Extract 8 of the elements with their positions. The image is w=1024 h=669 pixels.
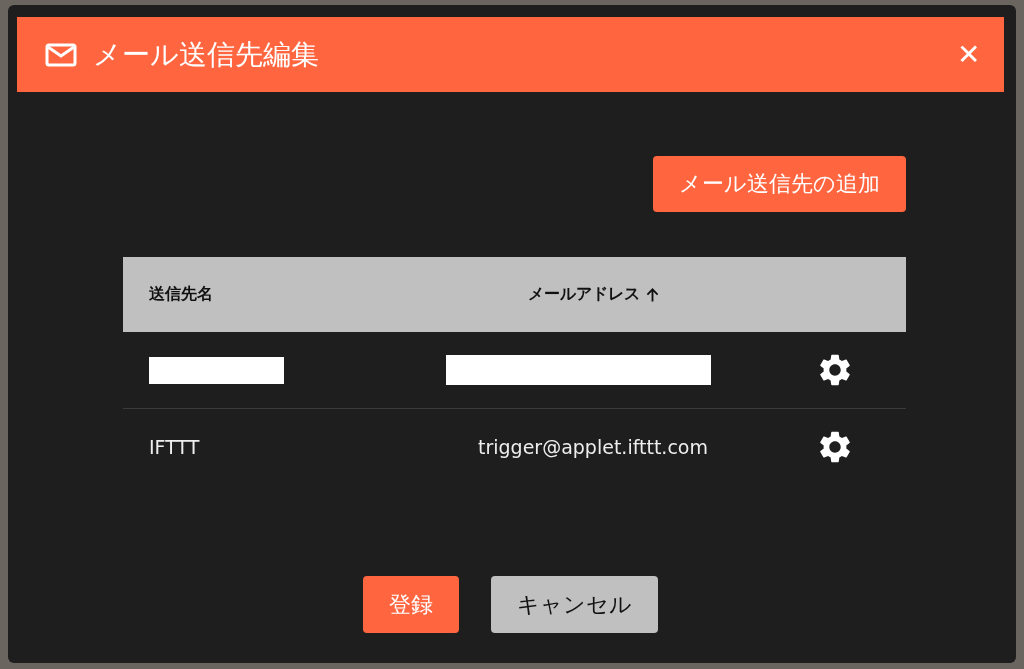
window-title: メール送信先編集: [93, 36, 320, 73]
mail-icon: [45, 42, 77, 67]
column-header[interactable]: メールアドレス: [527, 284, 659, 305]
cancel-button[interactable]: キャンセル: [491, 576, 658, 633]
table-cell: IFTTT: [149, 436, 200, 458]
column-header[interactable]: 送信先名: [149, 284, 213, 305]
table-cell: trigger@applet.ifttt.com: [478, 436, 708, 458]
sort-arrow-icon: [645, 286, 659, 303]
